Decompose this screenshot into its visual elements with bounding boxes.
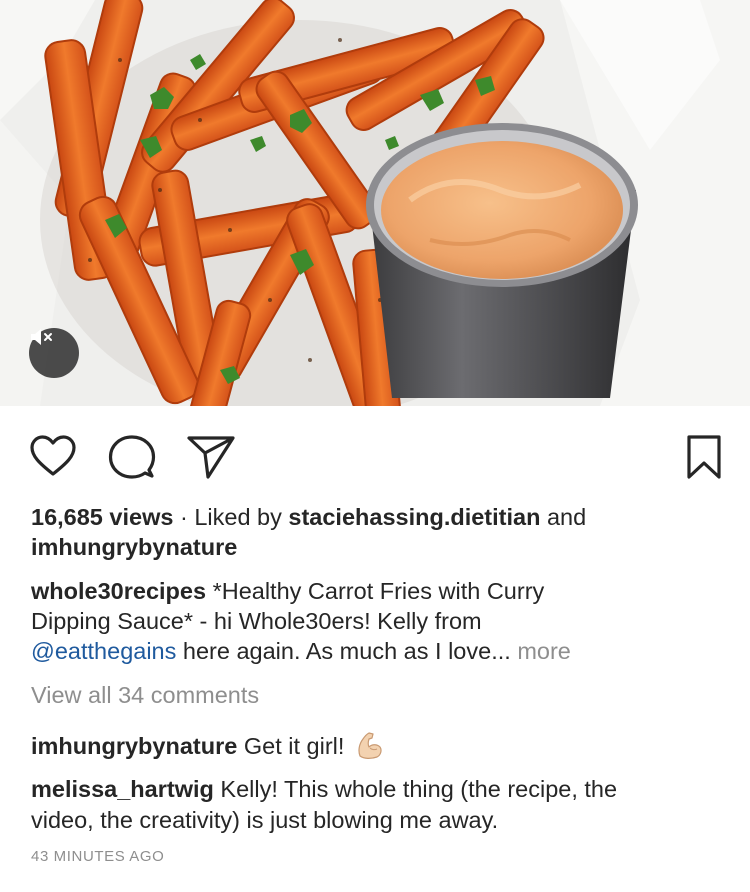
bookmark-icon bbox=[687, 435, 721, 479]
likes-line-2: imhungrybynature bbox=[31, 532, 237, 562]
comment-item: melissa_hartwig Kelly! This whole thing … bbox=[31, 774, 617, 804]
post-timestamp: 43 MINUTES AGO bbox=[31, 848, 165, 865]
post-video[interactable] bbox=[0, 0, 750, 406]
paper-plane-icon bbox=[187, 436, 235, 479]
mute-button[interactable] bbox=[29, 328, 79, 378]
instagram-post: 16,685 views · Liked by staciehassing.di… bbox=[0, 0, 750, 892]
caption-text-1: *Healthy Carrot Fries with Curry bbox=[212, 578, 545, 604]
views-count[interactable]: 16,685 views bbox=[31, 504, 173, 530]
action-bar bbox=[0, 406, 750, 506]
comment-user[interactable]: melissa_hartwig bbox=[31, 776, 214, 802]
comment-button[interactable] bbox=[108, 434, 156, 480]
caption-text-3: here again. As much as I love... bbox=[182, 638, 511, 664]
share-button[interactable] bbox=[186, 434, 236, 480]
comment-item-continued: video, the creativity) is just blowing m… bbox=[31, 805, 498, 835]
liked-by-user[interactable]: staciehassing.dietitian bbox=[288, 504, 540, 530]
comment-text: Kelly! This whole thing (the recipe, the bbox=[220, 776, 618, 802]
comment-user[interactable]: imhungrybynature bbox=[31, 733, 237, 759]
view-all-comments-link[interactable]: View all 34 comments bbox=[31, 680, 259, 710]
carrot-fries-photo bbox=[0, 0, 750, 406]
comment-item: imhungrybynature Get it girl! bbox=[31, 731, 385, 761]
flexed-biceps-icon bbox=[358, 732, 382, 759]
heart-icon bbox=[30, 435, 76, 476]
separator-dot: · bbox=[179, 504, 188, 530]
likes-line: 16,685 views · Liked by staciehassing.di… bbox=[31, 502, 586, 532]
comment-icon bbox=[108, 435, 156, 479]
caption-mention[interactable]: @eatthegains bbox=[31, 638, 176, 664]
save-button[interactable] bbox=[686, 434, 722, 480]
caption-line-1: whole30recipes *Healthy Carrot Fries wit… bbox=[31, 576, 544, 606]
like-button[interactable] bbox=[29, 434, 77, 478]
comment-text: Get it girl! bbox=[243, 733, 345, 759]
liked-by-second-user[interactable]: imhungrybynature bbox=[31, 534, 237, 560]
caption-author[interactable]: whole30recipes bbox=[31, 578, 206, 604]
caption-line-2: Dipping Sauce* - hi Whole30ers! Kelly fr… bbox=[31, 606, 482, 636]
liked-by-prefix: Liked by bbox=[194, 504, 282, 530]
comment-text: video, the creativity) is just blowing m… bbox=[31, 807, 499, 833]
caption-line-3: @eatthegains here again. As much as I lo… bbox=[31, 636, 571, 666]
liked-by-and: and bbox=[546, 504, 587, 530]
mute-icon bbox=[31, 329, 52, 345]
caption-text-2: Dipping Sauce* - hi Whole30ers! Kelly fr… bbox=[31, 608, 482, 634]
caption-more-link[interactable]: more bbox=[517, 638, 571, 664]
